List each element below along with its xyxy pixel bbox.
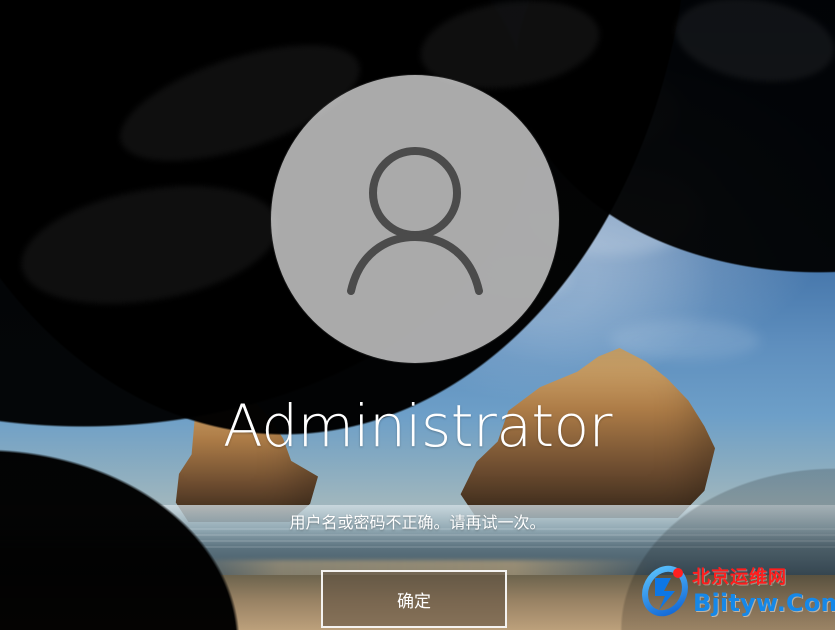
site-watermark: 北京运维网 Bjityw.Com — [637, 556, 835, 626]
ok-button[interactable]: 确定 — [321, 570, 507, 628]
bjityw-logo — [637, 560, 697, 620]
ok-button-label: 确定 — [397, 591, 431, 612]
lock-screen: Administrator 用户名或密码不正确。请再试一次。 确定 北京运维网 … — [0, 0, 835, 630]
avatar — [271, 75, 559, 363]
login-error-message: 用户名或密码不正确。请再试一次。 — [289, 513, 546, 532]
login-panel: Administrator 用户名或密码不正确。请再试一次。 确定 — [0, 0, 835, 630]
username-label: Administrator — [223, 392, 612, 460]
watermark-title: 北京运维网 — [692, 567, 787, 588]
watermark-domain: Bjityw.Com — [693, 589, 835, 617]
